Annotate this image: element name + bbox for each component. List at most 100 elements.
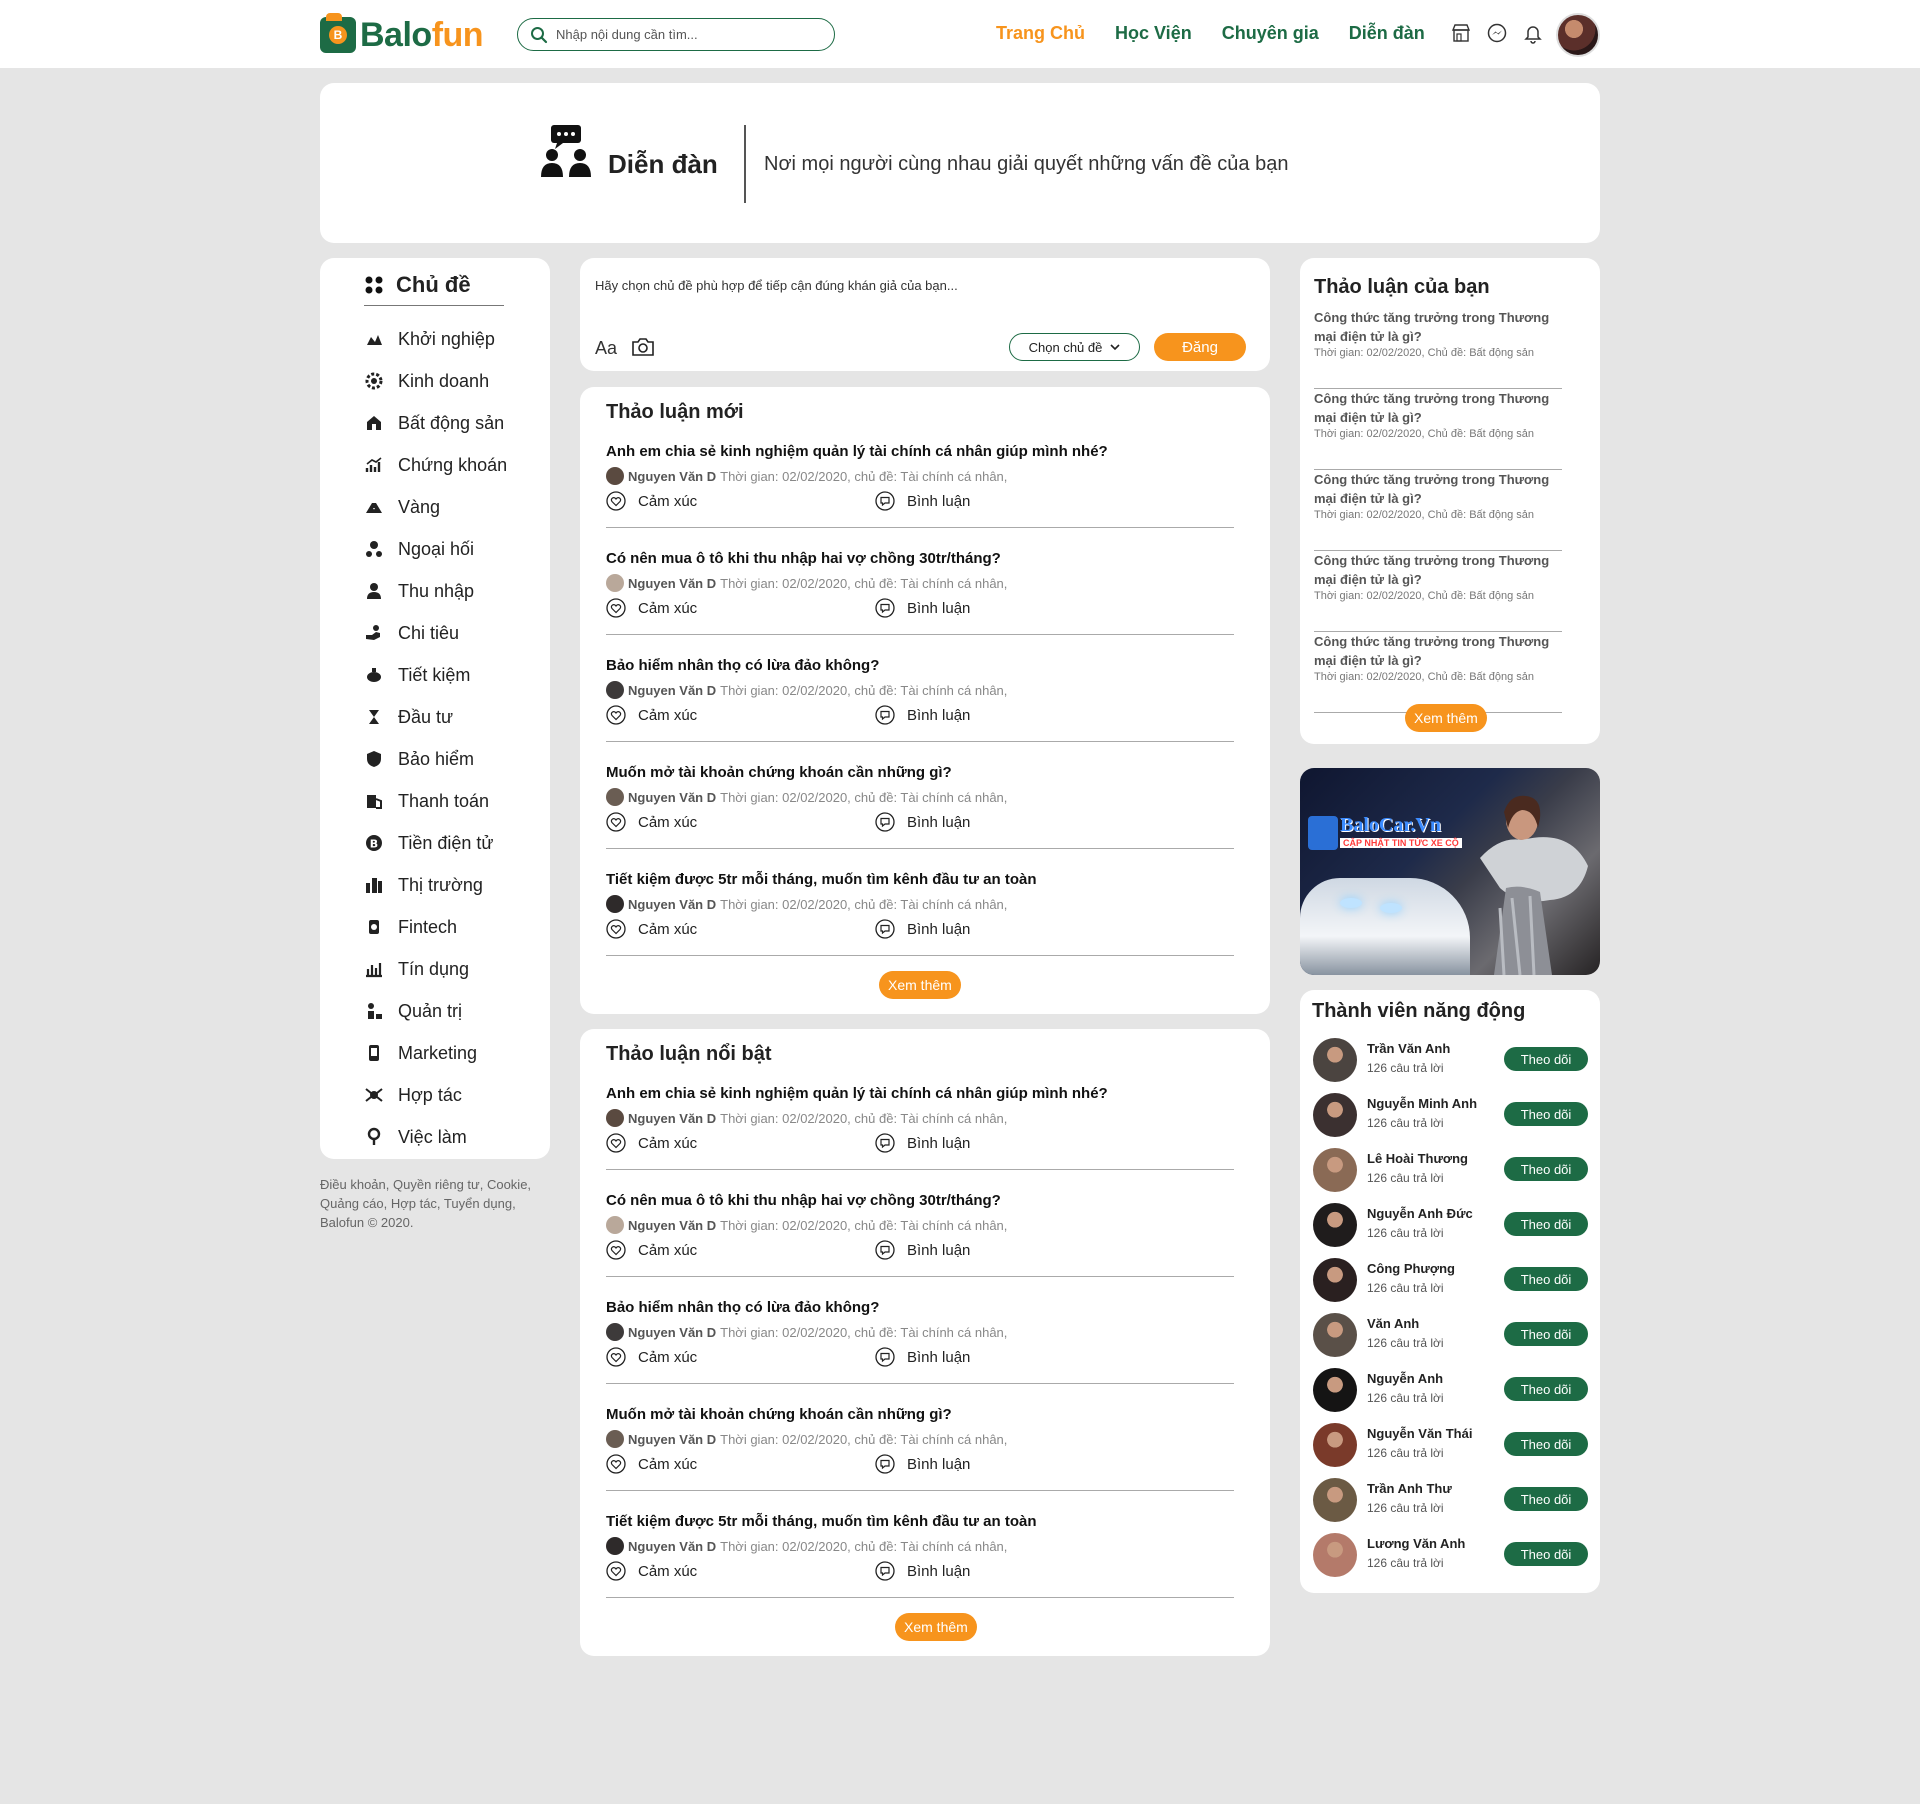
sidebar-item-quan-tri[interactable]: Quản trị [364,990,507,1032]
composer-input[interactable]: Hãy chọn chủ đề phù hợp để tiếp cận đúng… [595,278,958,293]
member-avatar[interactable] [1313,1203,1357,1247]
comment-button[interactable]: Bình luận [875,919,970,939]
discussion-question[interactable]: Tiết kiệm được 5tr mỗi tháng, muốn tìm k… [606,871,1037,888]
react-button[interactable]: Cảm xúc [606,598,697,618]
sidebar-item-ngoai-hoi[interactable]: Ngoại hối [364,528,507,570]
balofun-logo[interactable]: B Balofun [320,13,484,54]
react-button[interactable]: Cảm xúc [606,1561,697,1581]
your-discussion-item[interactable]: Công thức tăng trưởng trong Thương mại đ… [1314,551,1562,632]
follow-button[interactable]: Theo dõi [1504,1212,1588,1236]
comment-button[interactable]: Bình luận [875,1133,970,1153]
author-avatar[interactable] [606,1537,624,1555]
search-input[interactable] [556,27,816,42]
discussion-question[interactable]: Muốn mở tài khoản chứng khoán cần những … [606,1406,952,1423]
your-discussion-question[interactable]: Công thức tăng trưởng trong Thương mại đ… [1314,308,1562,346]
footer-line[interactable]: Quảng cáo, Hợp tác, Tuyển dụng, [320,1194,550,1213]
member-avatar[interactable] [1313,1478,1357,1522]
see-more-button[interactable]: Xem thêm [1405,704,1487,732]
author-avatar[interactable] [606,467,624,485]
react-button[interactable]: Cảm xúc [606,1133,697,1153]
author-name[interactable]: Nguyen Văn D [628,897,716,912]
your-discussion-question[interactable]: Công thức tăng trưởng trong Thương mại đ… [1314,551,1562,589]
messenger-icon[interactable] [1486,22,1508,44]
see-more-button[interactable]: Xem thêm [879,971,961,999]
sidebar-item-thu-nhap[interactable]: Thu nhập [364,570,507,612]
member-avatar[interactable] [1313,1093,1357,1137]
member-name[interactable]: Văn Anh [1367,1316,1419,1331]
author-name[interactable]: Nguyen Văn D [628,790,716,805]
your-discussion-item[interactable]: Công thức tăng trưởng trong Thương mại đ… [1314,632,1562,713]
discussion-question[interactable]: Anh em chia sẻ kinh nghiệm quản lý tài c… [606,1085,1108,1102]
sidebar-item-bao-hiem[interactable]: Bảo hiểm [364,738,507,780]
discussion-item[interactable]: Có nên mua ô tô khi thu nhập hai vợ chồn… [606,1182,1234,1289]
author-avatar[interactable] [606,1109,624,1127]
discussion-item[interactable]: Tiết kiệm được 5tr mỗi tháng, muốn tìm k… [606,861,1234,968]
member-name[interactable]: Nguyễn Anh Đức [1367,1206,1473,1221]
topic-select[interactable]: Chọn chủ đề [1009,333,1140,361]
sidebar-item-dau-tu[interactable]: Đầu tư [364,696,507,738]
member-name[interactable]: Trần Văn Anh [1367,1041,1450,1056]
discussion-question[interactable]: Bảo hiểm nhân thọ có lừa đảo không? [606,657,879,674]
your-discussion-item[interactable]: Công thức tăng trưởng trong Thương mại đ… [1314,389,1562,470]
sidebar-item-kinh-doanh[interactable]: Kinh doanh [364,360,507,402]
sidebar-item-hop-tac[interactable]: Hợp tác [364,1074,507,1116]
member-name[interactable]: Lương Văn Anh [1367,1536,1465,1551]
author-avatar[interactable] [606,681,624,699]
react-button[interactable]: Cảm xúc [606,1347,697,1367]
user-avatar[interactable] [1556,13,1600,57]
author-name[interactable]: Nguyen Văn D [628,1432,716,1447]
follow-button[interactable]: Theo dõi [1504,1322,1588,1346]
sidebar-item-thi-truong[interactable]: Thị trường [364,864,507,906]
discussion-question[interactable]: Muốn mở tài khoản chứng khoán cần những … [606,764,952,781]
member-avatar[interactable] [1313,1368,1357,1412]
discussion-question[interactable]: Có nên mua ô tô khi thu nhập hai vợ chồn… [606,550,1001,567]
sidebar-item-marketing[interactable]: Marketing [364,1032,507,1074]
discussion-question[interactable]: Bảo hiểm nhân thọ có lừa đảo không? [606,1299,879,1316]
member-name[interactable]: Nguyễn Văn Thái [1367,1426,1472,1441]
discussion-question[interactable]: Anh em chia sẻ kinh nghiệm quản lý tài c… [606,443,1108,460]
follow-button[interactable]: Theo dõi [1504,1432,1588,1456]
post-button[interactable]: Đăng [1154,333,1246,361]
comment-button[interactable]: Bình luận [875,1347,970,1367]
your-discussion-item[interactable]: Công thức tăng trưởng trong Thương mại đ… [1314,308,1562,389]
react-button[interactable]: Cảm xúc [606,812,697,832]
sidebar-item-chi-tieu[interactable]: Chi tiêu [364,612,507,654]
your-discussion-question[interactable]: Công thức tăng trưởng trong Thương mại đ… [1314,632,1562,670]
author-name[interactable]: Nguyen Văn D [628,469,716,484]
author-avatar[interactable] [606,788,624,806]
bell-icon[interactable] [1522,22,1544,44]
member-name[interactable]: Nguyễn Minh Anh [1367,1096,1477,1111]
author-name[interactable]: Nguyen Văn D [628,1111,716,1126]
follow-button[interactable]: Theo dõi [1504,1047,1588,1071]
comment-button[interactable]: Bình luận [875,812,970,832]
your-discussion-question[interactable]: Công thức tăng trưởng trong Thương mại đ… [1314,389,1562,427]
member-avatar[interactable] [1313,1038,1357,1082]
shop-icon[interactable] [1450,22,1472,44]
follow-button[interactable]: Theo dõi [1504,1487,1588,1511]
sidebar-item-tien-dien-tu[interactable]: B Tiền điện tử [364,822,507,864]
follow-button[interactable]: Theo dõi [1504,1542,1588,1566]
react-button[interactable]: Cảm xúc [606,491,697,511]
discussion-item[interactable]: Muốn mở tài khoản chứng khoán cần những … [606,1396,1234,1503]
follow-button[interactable]: Theo dõi [1504,1102,1588,1126]
follow-button[interactable]: Theo dõi [1504,1157,1588,1181]
discussion-item[interactable]: Có nên mua ô tô khi thu nhập hai vợ chồn… [606,540,1234,647]
sidebar-item-tiet-kiem[interactable]: Tiết kiệm [364,654,507,696]
comment-button[interactable]: Bình luận [875,705,970,725]
member-name[interactable]: Trần Anh Thư [1367,1481,1452,1496]
member-avatar[interactable] [1313,1313,1357,1357]
comment-button[interactable]: Bình luận [875,491,970,511]
author-name[interactable]: Nguyen Văn D [628,1218,716,1233]
react-button[interactable]: Cảm xúc [606,919,697,939]
your-discussion-item[interactable]: Công thức tăng trưởng trong Thương mại đ… [1314,470,1562,551]
discussion-item[interactable]: Anh em chia sẻ kinh nghiệm quản lý tài c… [606,1075,1234,1182]
sidebar-item-bat-dong-san[interactable]: Bất động sản [364,402,507,444]
author-name[interactable]: Nguyen Văn D [628,576,716,591]
discussion-item[interactable]: Bảo hiểm nhân thọ có lừa đảo không? Nguye… [606,647,1234,754]
sidebar-item-khoi-nghiep[interactable]: Khởi nghiệp [364,318,507,360]
author-name[interactable]: Nguyen Văn D [628,1539,716,1554]
comment-button[interactable]: Bình luận [875,598,970,618]
discussion-item[interactable]: Muốn mở tài khoản chứng khoán cần những … [606,754,1234,861]
follow-button[interactable]: Theo dõi [1504,1377,1588,1401]
nav-chuyen-gia[interactable]: Chuyên gia [1222,23,1319,44]
